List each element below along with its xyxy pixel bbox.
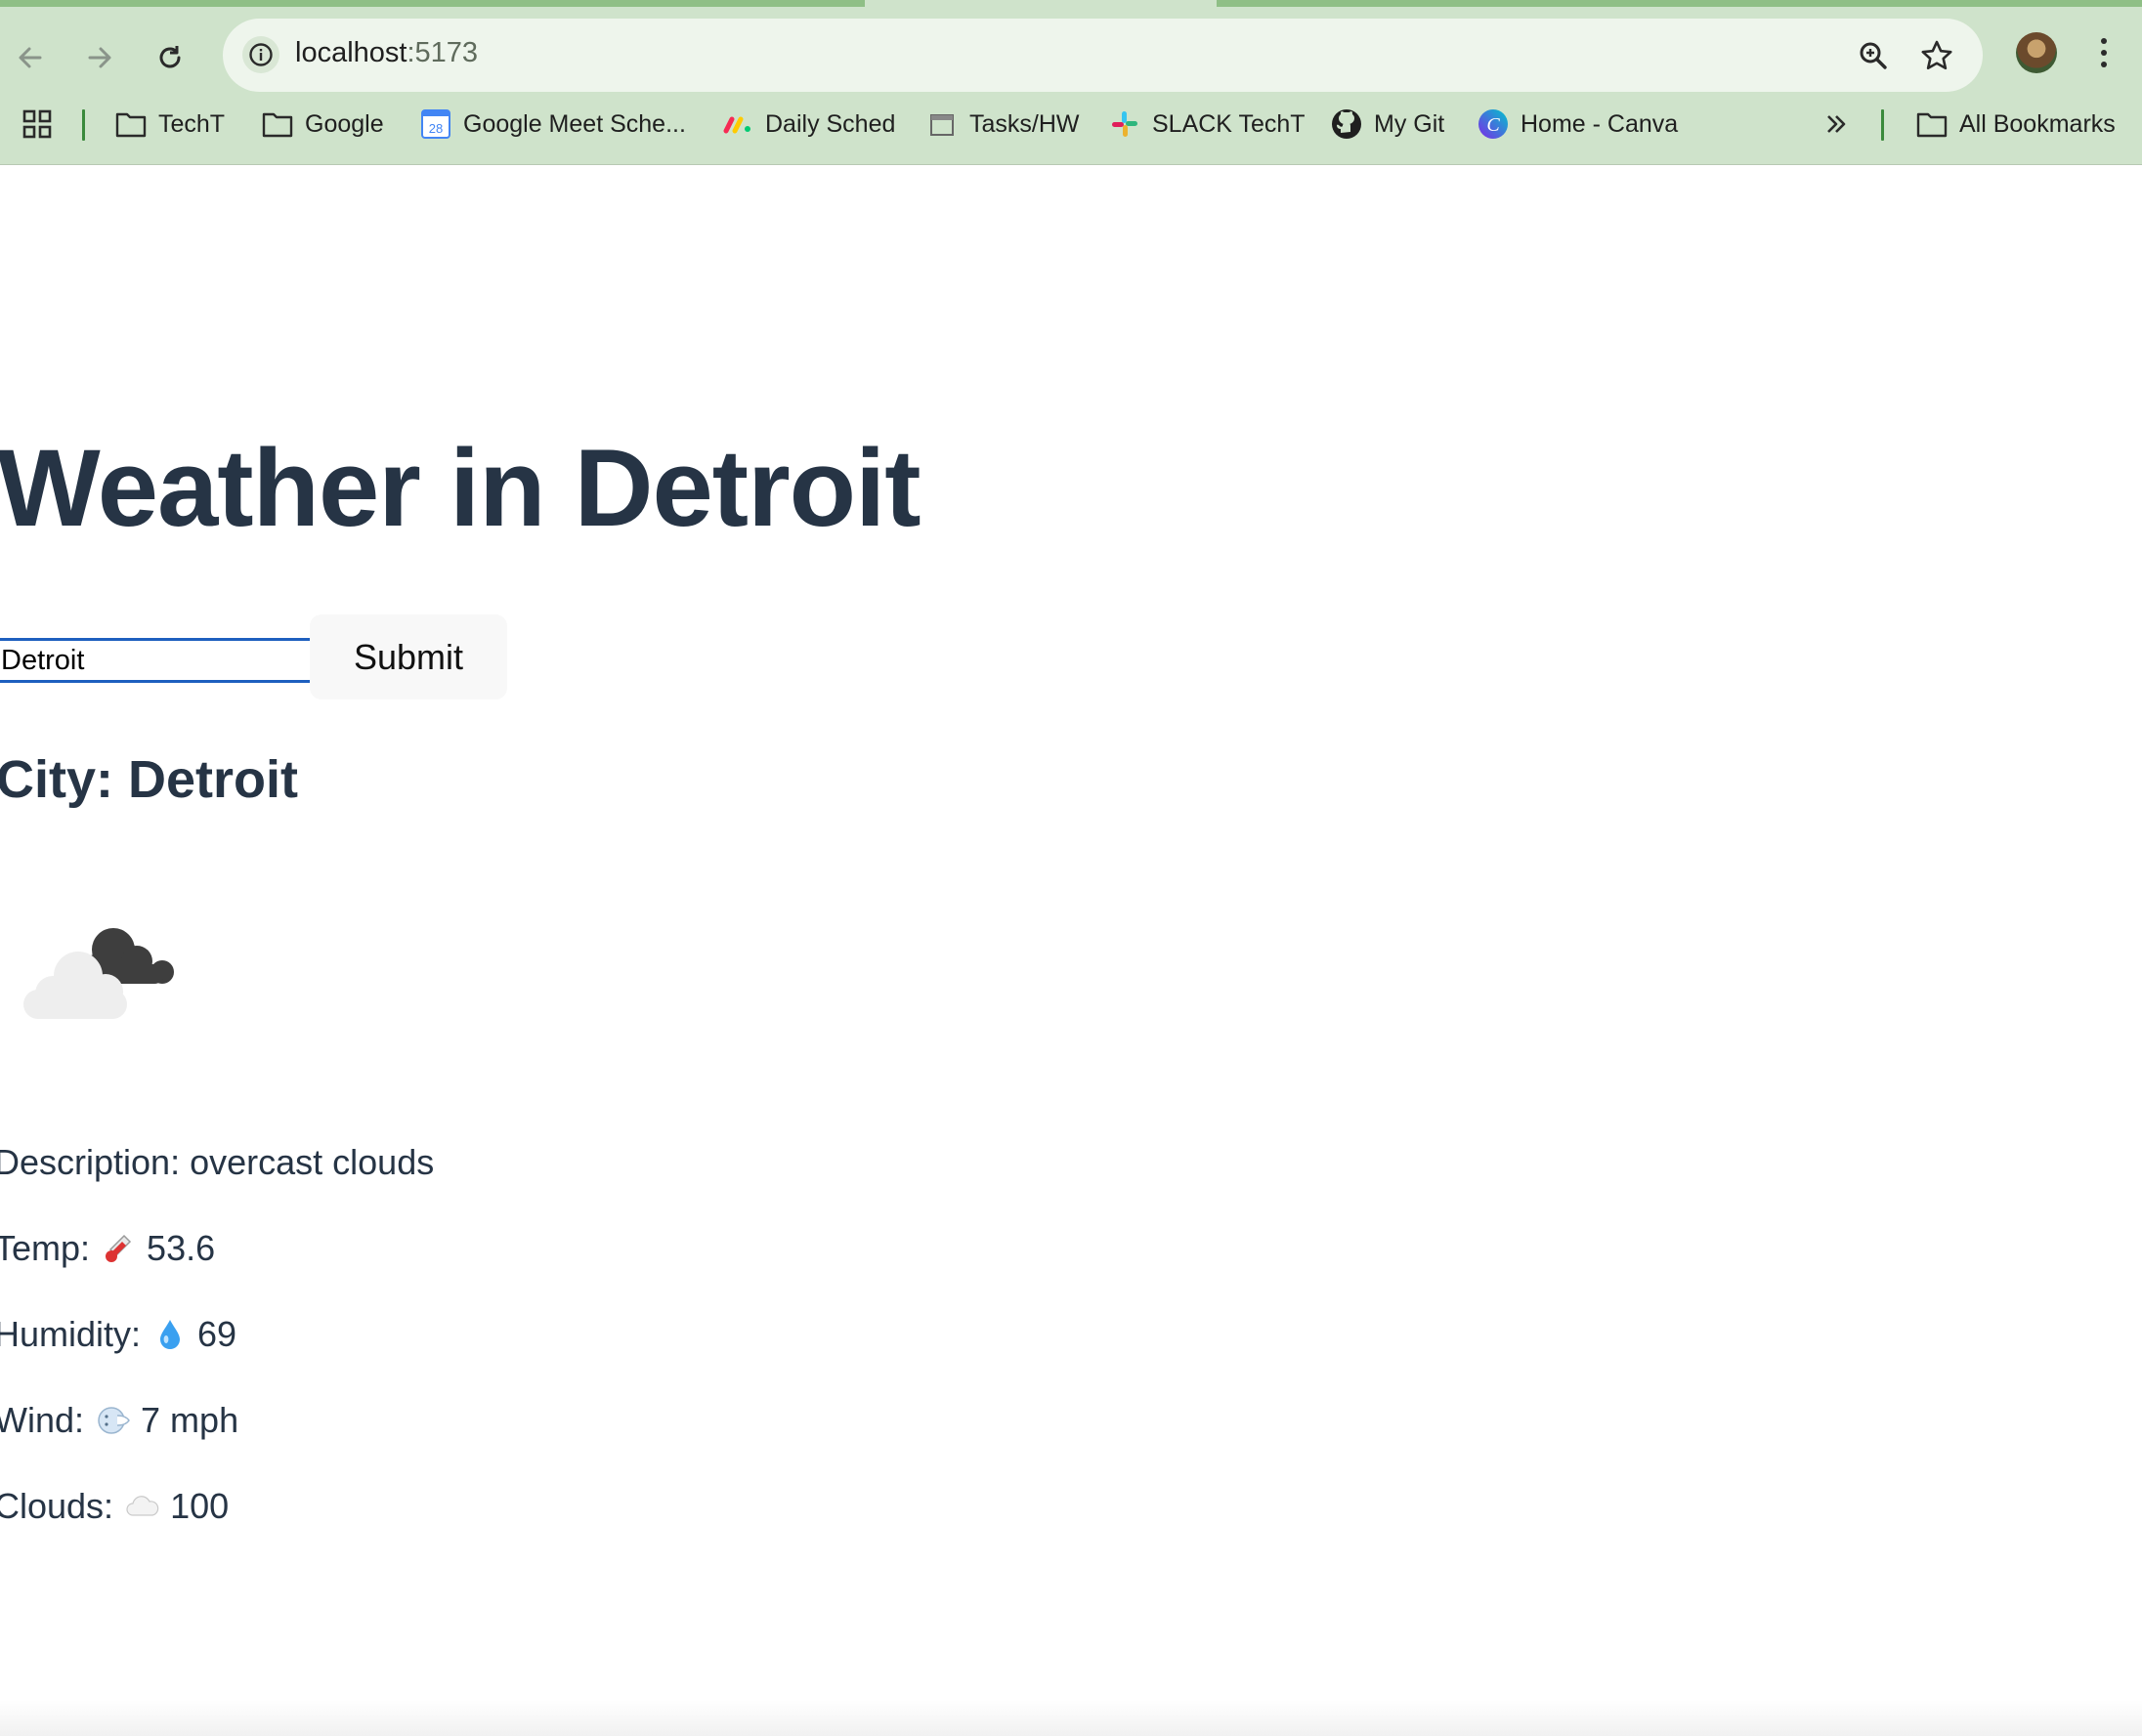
folder-icon xyxy=(115,108,147,140)
site-info-icon[interactable] xyxy=(242,36,279,73)
active-tab-edge xyxy=(0,0,865,7)
bookmarks-bar: TechT Google 28 Google Meet Sche... Dail… xyxy=(0,96,2142,165)
description-stat: Description: overcast clouds xyxy=(0,1142,434,1183)
tab-strip xyxy=(0,0,2142,7)
page-title: Weather in Detroit xyxy=(0,427,921,549)
city-search-input[interactable] xyxy=(0,638,315,683)
url-text[interactable]: localhost:5173 xyxy=(295,37,478,69)
all-bookmarks-label: All Bookmarks xyxy=(1959,109,2116,138)
stat-label: Humidity: xyxy=(0,1314,142,1354)
bookmark-label: SLACK TechT xyxy=(1152,109,1306,138)
bookmark-item-techt[interactable]: TechT xyxy=(115,96,225,152)
bookmarks-separator xyxy=(1881,109,1884,141)
google-calendar-icon: 28 xyxy=(420,108,451,140)
url-port: :5173 xyxy=(407,37,479,68)
bookmark-item-google-meet[interactable]: 28 Google Meet Sche... xyxy=(420,96,686,152)
profile-avatar[interactable] xyxy=(2016,32,2057,73)
overcast-clouds-icon xyxy=(18,917,176,1025)
bookmark-item-daily-sched[interactable]: Daily Sched xyxy=(722,96,895,152)
folder-icon xyxy=(1916,108,1948,140)
browser-toolbar: localhost:5173 xyxy=(0,7,2142,96)
browser-menu-icon[interactable] xyxy=(2089,30,2119,75)
temp-stat: Temp: 53.6 xyxy=(0,1228,215,1269)
bookmark-label: Daily Sched xyxy=(765,109,896,138)
stat-value: 53.6 xyxy=(147,1228,216,1268)
stat-value: 7 mph xyxy=(141,1400,239,1440)
bookmark-item-my-git[interactable]: My Git xyxy=(1331,96,1444,152)
stat-label: Clouds: xyxy=(0,1486,114,1526)
bookmark-label: Home - Canva xyxy=(1521,109,1679,138)
zoom-icon[interactable] xyxy=(1856,38,1891,73)
bookmark-label: Google Meet Sche... xyxy=(463,109,686,138)
address-bar[interactable]: localhost:5173 xyxy=(223,19,1983,92)
inactive-tab-edge xyxy=(1217,0,2142,7)
page-content: Weather in Detroit Submit City: Detroit … xyxy=(0,165,2142,1736)
thermometer-icon xyxy=(102,1231,137,1266)
droplet-icon xyxy=(152,1317,188,1352)
bottom-fade xyxy=(0,1700,2142,1736)
bookmark-item-google[interactable]: Google xyxy=(262,96,384,152)
folder-icon xyxy=(262,108,293,140)
stat-value: 69 xyxy=(197,1314,237,1354)
clouds-stat: Clouds: 100 xyxy=(0,1486,229,1527)
bookmark-item-tasks-hw[interactable]: Tasks/HW xyxy=(926,96,1080,152)
bookmarks-separator xyxy=(82,109,85,141)
github-icon xyxy=(1331,108,1362,140)
apps-icon[interactable] xyxy=(21,96,53,152)
wind-stat: Wind: 7 mph xyxy=(0,1400,238,1441)
stat-value: overcast clouds xyxy=(190,1142,435,1182)
stat-label: Wind: xyxy=(0,1400,85,1440)
arrow-left-icon xyxy=(19,47,42,68)
bookmark-label: My Git xyxy=(1374,109,1445,138)
url-host: localhost xyxy=(295,37,407,68)
stat-value: 100 xyxy=(170,1486,230,1526)
reload-icon xyxy=(159,46,181,68)
forward-button[interactable] xyxy=(74,32,125,83)
city-heading: City: Detroit xyxy=(0,750,298,809)
reload-button[interactable] xyxy=(145,32,195,83)
bookmark-star-icon[interactable] xyxy=(1919,38,1954,73)
bookmarks-overflow-icon[interactable] xyxy=(1823,96,1849,152)
all-bookmarks[interactable]: All Bookmarks xyxy=(1916,96,2116,152)
back-button[interactable] xyxy=(5,32,56,83)
bookmark-label: Google xyxy=(305,109,384,138)
humidity-stat: Humidity: 69 xyxy=(0,1314,236,1355)
arrow-right-icon xyxy=(88,47,111,68)
stat-label: Temp: xyxy=(0,1228,91,1268)
bookmark-item-slack[interactable]: SLACK TechT xyxy=(1109,96,1306,152)
bookmark-label: TechT xyxy=(158,109,226,138)
calendar-icon xyxy=(926,108,958,140)
bookmark-label: Tasks/HW xyxy=(969,109,1080,138)
slack-icon xyxy=(1109,108,1140,140)
wind-face-icon xyxy=(96,1403,131,1438)
canva-icon: C xyxy=(1478,108,1509,140)
monday-icon xyxy=(722,108,753,140)
svg-text:C: C xyxy=(1486,114,1500,136)
svg-text:28: 28 xyxy=(429,121,443,136)
cloud-icon xyxy=(125,1489,160,1524)
bookmark-item-canva[interactable]: C Home - Canva xyxy=(1478,96,1678,152)
submit-button[interactable]: Submit xyxy=(310,614,507,699)
stat-label: Description: xyxy=(0,1142,181,1182)
